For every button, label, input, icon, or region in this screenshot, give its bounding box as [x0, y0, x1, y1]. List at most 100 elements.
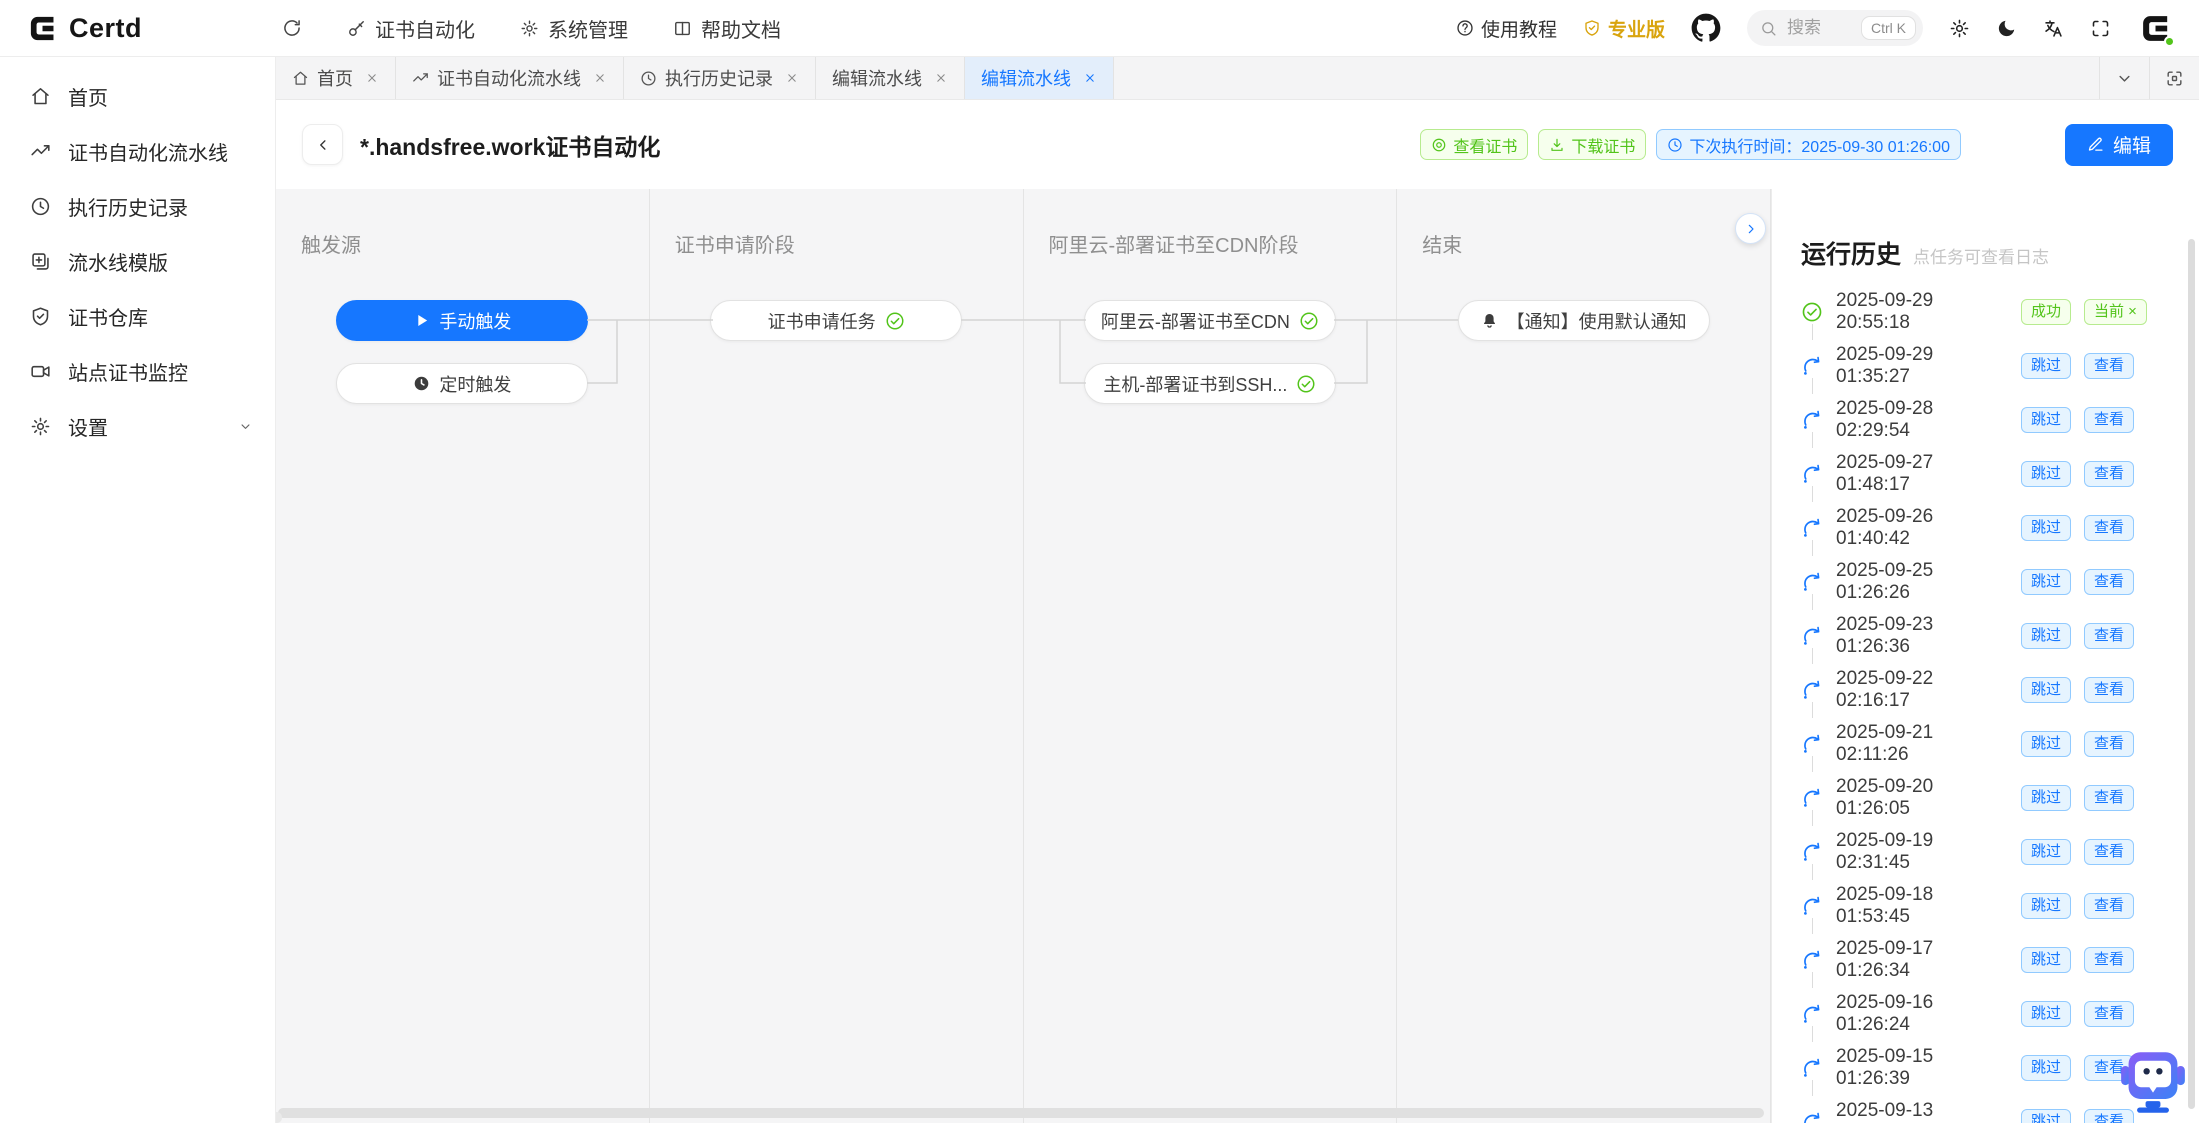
history-item[interactable]: 2025-09-28 02:29:54 跳过 查看: [1772, 393, 2199, 447]
history-item[interactable]: 2025-09-25 01:26:26 跳过 查看: [1772, 555, 2199, 609]
history-action-tag[interactable]: 查看: [2084, 461, 2134, 488]
history-action-tag[interactable]: 查看: [2084, 569, 2134, 596]
stage-nodes: 【通知】使用默认通知: [1397, 300, 1770, 341]
history-action-tag[interactable]: 查看: [2084, 731, 2134, 758]
horizontal-scrollbar[interactable]: [278, 1108, 1764, 1118]
history-action-tag[interactable]: 查看: [2084, 623, 2134, 650]
tab[interactable]: 编辑流水线: [816, 57, 965, 99]
key-icon: [347, 19, 366, 38]
history-item-time: 2025-09-26 01:40:42: [1836, 506, 2008, 550]
history-item-time: 2025-09-28 02:29:54: [1836, 398, 2008, 442]
history-item[interactable]: 2025-09-29 20:55:18 成功 当前 ×: [1772, 285, 2199, 339]
close-icon[interactable]: [365, 71, 379, 85]
check-circle-icon: [1299, 311, 1319, 331]
history-status-tag: 跳过: [2021, 569, 2071, 596]
main-area: 首页 证书自动化流水线 执行历史记录 编辑流水线: [276, 57, 2199, 1123]
download-cert-button[interactable]: 下载证书: [1538, 129, 1646, 160]
history-action-tag[interactable]: 当前 ×: [2084, 299, 2147, 326]
back-button[interactable]: [302, 124, 343, 165]
expand-history-button[interactable]: [1735, 213, 1766, 244]
tab[interactable]: 编辑流水线: [965, 57, 1114, 99]
avatar[interactable]: [2137, 10, 2174, 47]
moon-icon[interactable]: [1996, 18, 2017, 39]
history-action-tag[interactable]: 查看: [2084, 785, 2134, 812]
history-item[interactable]: 2025-09-22 02:16:17 跳过 查看: [1772, 663, 2199, 717]
history-item[interactable]: 2025-09-19 02:31:45 跳过 查看: [1772, 825, 2199, 879]
sidebar-item[interactable]: 证书自动化流水线: [0, 124, 275, 179]
history-action-tag[interactable]: 查看: [2084, 353, 2134, 380]
github-icon[interactable]: [1691, 13, 1721, 43]
tab[interactable]: 执行历史记录: [624, 57, 816, 99]
brand-name: Certd: [69, 13, 142, 44]
tutorial-link[interactable]: 使用教程: [1456, 15, 1557, 42]
history-action-tag[interactable]: 查看: [2084, 947, 2134, 974]
pipeline-node[interactable]: 手动触发: [336, 300, 588, 341]
sidebar-item[interactable]: 流水线模版: [0, 234, 275, 289]
history-item[interactable]: 2025-09-23 01:26:36 跳过 查看: [1772, 609, 2199, 663]
history-item[interactable]: 2025-09-26 01:40:42 跳过 查看: [1772, 501, 2199, 555]
history-status-tag: 跳过: [2021, 461, 2071, 488]
topbar-nav-label: 帮助文档: [701, 14, 781, 43]
pipeline-node[interactable]: 证书申请任务: [710, 300, 962, 341]
tab[interactable]: 首页: [276, 57, 396, 99]
history-status-tag: 跳过: [2021, 515, 2071, 542]
topbar-nav-item[interactable]: 帮助文档: [673, 14, 781, 43]
history-item[interactable]: 2025-09-16 01:26:24 跳过 查看: [1772, 987, 2199, 1041]
sidebar-item[interactable]: 设置: [0, 399, 275, 454]
pro-version-link[interactable]: 专业版: [1583, 15, 1665, 42]
sidebar-item[interactable]: 首页: [0, 69, 275, 124]
history-item[interactable]: 2025-09-27 01:48:17 跳过 查看: [1772, 447, 2199, 501]
tab[interactable]: 证书自动化流水线: [396, 57, 624, 99]
refresh-icon[interactable]: [282, 18, 302, 38]
topbar-right: 使用教程 专业版 Ctrl K: [1456, 10, 2174, 47]
assistant-robot-icon[interactable]: [2119, 1051, 2187, 1115]
topbar-nav-item[interactable]: 系统管理: [520, 14, 628, 43]
history-item[interactable]: 2025-09-29 01:35:27 跳过 查看: [1772, 339, 2199, 393]
history-action-tag[interactable]: 查看: [2084, 1001, 2134, 1028]
header-badges: 查看证书 下载证书 下次执行时间：2025-09-30 01:26:00: [1420, 129, 1961, 160]
next-run-time-text: 下次执行时间：2025-09-30 01:26:00: [1689, 133, 1950, 157]
shield-icon: [30, 306, 51, 327]
search-input[interactable]: [1785, 17, 1853, 39]
history-action-tag[interactable]: 查看: [2084, 515, 2134, 542]
vertical-scrollbar[interactable]: [2188, 239, 2195, 1109]
history-icon: [640, 70, 657, 87]
history-item-time: 2025-09-15 01:26:39: [1836, 1046, 2008, 1090]
history-action-tag[interactable]: 查看: [2084, 407, 2134, 434]
history-item[interactable]: 2025-09-21 02:11:26 跳过 查看: [1772, 717, 2199, 771]
gear-icon[interactable]: [1949, 18, 1970, 39]
close-icon[interactable]: [1083, 71, 1097, 85]
pipeline-node[interactable]: 定时触发: [336, 363, 588, 404]
history-action-tag[interactable]: 查看: [2084, 677, 2134, 704]
history-action-tag[interactable]: 查看: [2084, 839, 2134, 866]
pipeline-node[interactable]: 【通知】使用默认通知: [1458, 300, 1710, 341]
view-cert-button[interactable]: 查看证书: [1420, 129, 1528, 160]
history-action-tag[interactable]: 查看: [2084, 893, 2134, 920]
close-icon[interactable]: [785, 71, 799, 85]
history-item[interactable]: 2025-09-20 01:26:05 跳过 查看: [1772, 771, 2199, 825]
close-icon[interactable]: [934, 71, 948, 85]
search-box[interactable]: Ctrl K: [1747, 10, 1923, 46]
view-cert-label: 查看证书: [1453, 133, 1517, 157]
sidebar-item[interactable]: 证书仓库: [0, 289, 275, 344]
edit-button[interactable]: 编辑: [2065, 124, 2173, 166]
sidebar-item[interactable]: 执行历史记录: [0, 179, 275, 234]
bell-icon: [1481, 312, 1498, 329]
fullscreen-icon[interactable]: [2090, 18, 2111, 39]
skip-icon: [1801, 517, 1823, 539]
history-item[interactable]: 2025-09-17 01:26:34 跳过 查看: [1772, 933, 2199, 987]
history-item-time: 2025-09-18 01:53:45: [1836, 884, 2008, 928]
brand[interactable]: Certd: [27, 13, 142, 44]
sidebar-item[interactable]: 站点证书监控: [0, 344, 275, 399]
home-icon: [292, 70, 309, 87]
close-icon[interactable]: [593, 71, 607, 85]
pipeline-node[interactable]: 阿里云-部署证书至CDN: [1084, 300, 1336, 341]
scan-icon[interactable]: [2149, 57, 2199, 99]
history-item[interactable]: 2025-09-18 01:53:45 跳过 查看: [1772, 879, 2199, 933]
chevron-down-icon[interactable]: [2099, 57, 2149, 99]
search-icon: [1760, 20, 1777, 37]
pipeline-stage-column: 证书申请阶段 证书申请任务: [650, 189, 1024, 1123]
topbar-nav-item[interactable]: 证书自动化: [347, 14, 475, 43]
translate-icon[interactable]: [2043, 18, 2064, 39]
pipeline-node[interactable]: 主机-部署证书到SSH...: [1084, 363, 1336, 404]
